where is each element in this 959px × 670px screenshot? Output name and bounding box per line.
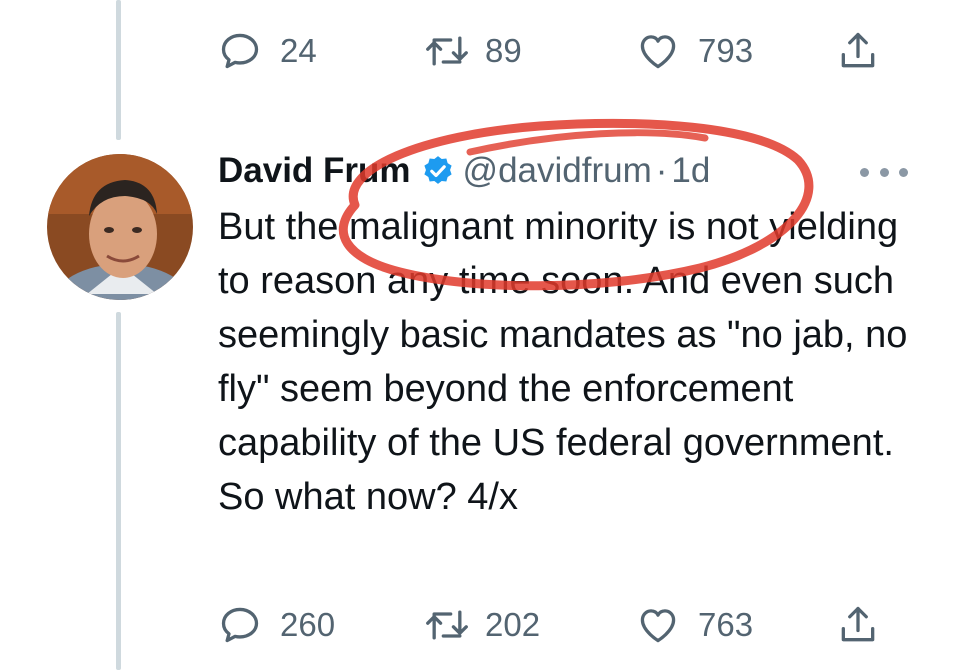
retweet-icon [426, 36, 468, 66]
reply-button[interactable]: 24 [218, 26, 317, 76]
share-button[interactable] [836, 26, 880, 76]
share-icon [841, 606, 875, 642]
more-dot [899, 167, 908, 177]
reply-button[interactable]: 260 [218, 600, 335, 650]
retweet-count: 202 [485, 606, 541, 643]
like-button[interactable]: 763 [636, 600, 753, 650]
author-handle[interactable]: @davidfrum [463, 151, 652, 191]
tweet-header: David Frum @davidfrum · 1d [218, 148, 918, 194]
retweet-count: 89 [485, 32, 522, 69]
more-dot [879, 167, 889, 177]
reply-icon [221, 33, 259, 69]
previous-tweet-actions: 24 89 793 [218, 26, 898, 76]
author-name[interactable]: David Frum [218, 151, 411, 191]
like-icon [640, 609, 676, 643]
more-options-icon[interactable] [860, 156, 908, 188]
retweet-button[interactable]: 89 [423, 26, 522, 76]
retweet-button[interactable]: 202 [423, 600, 540, 650]
retweet-icon [426, 610, 468, 640]
share-button[interactable] [836, 600, 880, 650]
separator-dot: · [655, 151, 668, 190]
like-button[interactable]: 793 [636, 26, 753, 76]
reply-count: 24 [280, 32, 317, 69]
reply-count: 260 [280, 606, 336, 643]
thread-line-bottom [116, 312, 121, 670]
reply-icon [221, 607, 259, 643]
avatar-image [47, 154, 193, 300]
like-count: 763 [698, 606, 754, 643]
tweet-text: But the malignant minority is not yieldi… [218, 206, 908, 518]
tweet-actions: 260 202 763 [218, 600, 898, 650]
more-dot [860, 167, 869, 177]
avatar[interactable] [47, 154, 193, 300]
share-icon [841, 32, 875, 68]
thread-line-top [116, 0, 121, 140]
like-count: 793 [698, 32, 754, 69]
verified-badge-icon [421, 154, 455, 188]
like-icon [640, 35, 676, 69]
tweet-timestamp[interactable]: 1d [671, 151, 710, 191]
